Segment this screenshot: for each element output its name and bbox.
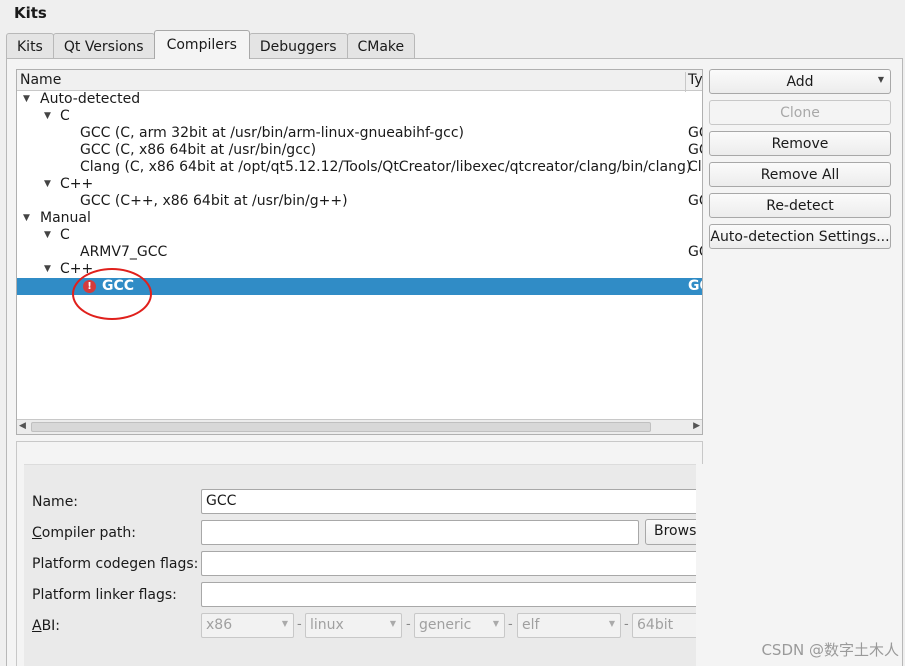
expand-arrow-icon[interactable]: ▼ [44, 176, 51, 193]
abi-flavor-value: generic [419, 617, 472, 633]
tab-kits[interactable]: Kits [6, 33, 54, 59]
tree-item-label: GCC (C++, x86 64bit at /usr/bin/g++) [80, 193, 348, 209]
tree-item-type: GC [688, 193, 702, 209]
tree-item-compiler[interactable]: Clang (C, x86 64bit at /opt/qt5.12.12/To… [17, 159, 702, 176]
tree-group-auto-detected[interactable]: ▼ Auto-detected [17, 91, 702, 108]
column-header-name[interactable]: Name [20, 72, 61, 88]
abi-format-select[interactable]: elf ▼ [517, 613, 621, 638]
tree-item-type: GC [688, 278, 702, 294]
chevron-down-icon: ▼ [877, 75, 884, 84]
chevron-down-icon: ▼ [389, 619, 396, 628]
panel-clip-edge [696, 464, 706, 666]
compiler-tree[interactable]: Name Ty ▼ Auto-detected ▼ C GCC (C, arm … [16, 69, 703, 435]
add-button-label: Add [786, 73, 814, 90]
expand-arrow-icon[interactable]: ▼ [23, 91, 30, 108]
expand-arrow-icon[interactable]: ▼ [44, 227, 51, 244]
tree-item-label: ARMV7_GCC [80, 244, 168, 260]
mnemonic-c: C [32, 525, 42, 541]
abi-arch-select[interactable]: x86 ▼ [201, 613, 294, 638]
expand-arrow-icon[interactable]: ▼ [44, 108, 51, 125]
tree-item-label: Clang (C, x86 64bit at /opt/qt5.12.12/To… [80, 159, 692, 175]
scroll-left-icon[interactable]: ◀ [19, 421, 26, 431]
tree-item-compiler[interactable]: ARMV7_GCC GC [17, 244, 702, 261]
name-input[interactable]: GCC [201, 489, 705, 514]
tree-header: Name Ty [17, 70, 702, 92]
tree-body: ▼ Auto-detected ▼ C GCC (C, arm 32bit at… [17, 91, 702, 420]
expand-arrow-icon[interactable]: ▼ [23, 210, 30, 227]
compiler-path-input[interactable] [201, 520, 639, 545]
abi-os-select[interactable]: linux ▼ [305, 613, 402, 638]
remove-all-button[interactable]: Remove All [709, 162, 891, 187]
remove-button[interactable]: Remove [709, 131, 891, 156]
mnemonic-a: A [32, 618, 42, 634]
abi-flavor-select[interactable]: generic ▼ [414, 613, 505, 638]
abi-os-value: linux [310, 617, 344, 633]
abi-separator: - [624, 617, 629, 632]
expand-arrow-icon[interactable]: ▼ [44, 261, 51, 278]
scroll-right-icon[interactable]: ▶ [693, 421, 700, 431]
abi-label: ABI: [32, 618, 60, 634]
tree-item-label: Manual [40, 210, 91, 226]
tree-item-type: Cl [688, 159, 702, 175]
abi-separator: - [508, 617, 513, 632]
auto-detection-settings-button[interactable]: Auto-detection Settings... [709, 224, 891, 249]
tree-item-label: C [60, 108, 70, 124]
chevron-down-icon: ▼ [281, 619, 288, 628]
codegen-flags-label: Platform codegen flags: [32, 556, 199, 572]
tree-item-label: GCC (C, x86 64bit at /usr/bin/gcc) [80, 142, 317, 158]
scrollbar-thumb[interactable] [31, 422, 651, 432]
abi-width-value: 64bit [637, 617, 674, 633]
codegen-flags-input[interactable] [201, 551, 705, 576]
linker-flags-label: Platform linker flags: [32, 587, 177, 603]
tree-item-compiler[interactable]: GCC (C, arm 32bit at /usr/bin/arm-linux-… [17, 125, 702, 142]
add-button[interactable]: Add ▼ [709, 69, 891, 94]
tab-qt-versions[interactable]: Qt Versions [52, 33, 155, 59]
tab-cmake[interactable]: CMake [346, 33, 416, 59]
clone-button[interactable]: Clone [709, 100, 891, 125]
abi-arch-value: x86 [206, 617, 233, 633]
name-label: Name: [32, 494, 79, 510]
tree-item-label: C++ [60, 261, 94, 277]
tree-group-manual[interactable]: ▼ Manual [17, 210, 702, 227]
tree-item-compiler[interactable]: GCC (C++, x86 64bit at /usr/bin/g++) GC [17, 193, 702, 210]
tab-compilers[interactable]: Compilers [153, 30, 250, 59]
tree-item-compiler-selected[interactable]: ! GCC GC [17, 278, 702, 295]
tree-item-label: C [60, 227, 70, 243]
page-title: Kits [14, 4, 47, 22]
abi-separator: - [406, 617, 411, 632]
tree-item-label: Auto-detected [40, 91, 141, 107]
compiler-path-label-text: ompiler path: [41, 525, 137, 541]
abi-separator: - [297, 617, 302, 632]
linker-flags-input[interactable] [201, 582, 705, 607]
tree-item-type: GC [688, 244, 702, 260]
error-icon: ! [83, 280, 96, 293]
compiler-path-label: Compiler path: [32, 525, 136, 541]
tree-group-auto-c[interactable]: ▼ C [17, 108, 702, 125]
tree-item-type: GC [688, 125, 702, 141]
tree-item-label: GCC (C, arm 32bit at /usr/bin/arm-linux-… [80, 125, 465, 141]
tab-bar: Kits Qt Versions Compilers Debuggers CMa… [6, 30, 416, 59]
abi-label-text: BI: [41, 618, 61, 634]
tree-item-label: GCC [102, 278, 135, 294]
abi-width-select[interactable]: 64bit [632, 613, 705, 638]
tree-group-auto-cpp[interactable]: ▼ C++ [17, 176, 702, 193]
redetect-button[interactable]: Re-detect [709, 193, 891, 218]
tree-group-manual-c[interactable]: ▼ C [17, 227, 702, 244]
chevron-down-icon: ▼ [492, 619, 499, 628]
chevron-down-icon: ▼ [608, 619, 615, 628]
tab-debuggers[interactable]: Debuggers [248, 33, 348, 59]
tree-item-type: GC [688, 142, 702, 158]
column-header-type[interactable]: Ty [685, 72, 702, 92]
tree-group-manual-cpp[interactable]: ▼ C++ [17, 261, 702, 278]
watermark: CSDN @数字土木人 [761, 641, 899, 659]
tree-item-label: C++ [60, 176, 94, 192]
abi-format-value: elf [522, 617, 540, 633]
horizontal-scrollbar[interactable]: ◀ ▶ [17, 419, 702, 434]
tree-item-compiler[interactable]: GCC (C, x86 64bit at /usr/bin/gcc) GC [17, 142, 702, 159]
